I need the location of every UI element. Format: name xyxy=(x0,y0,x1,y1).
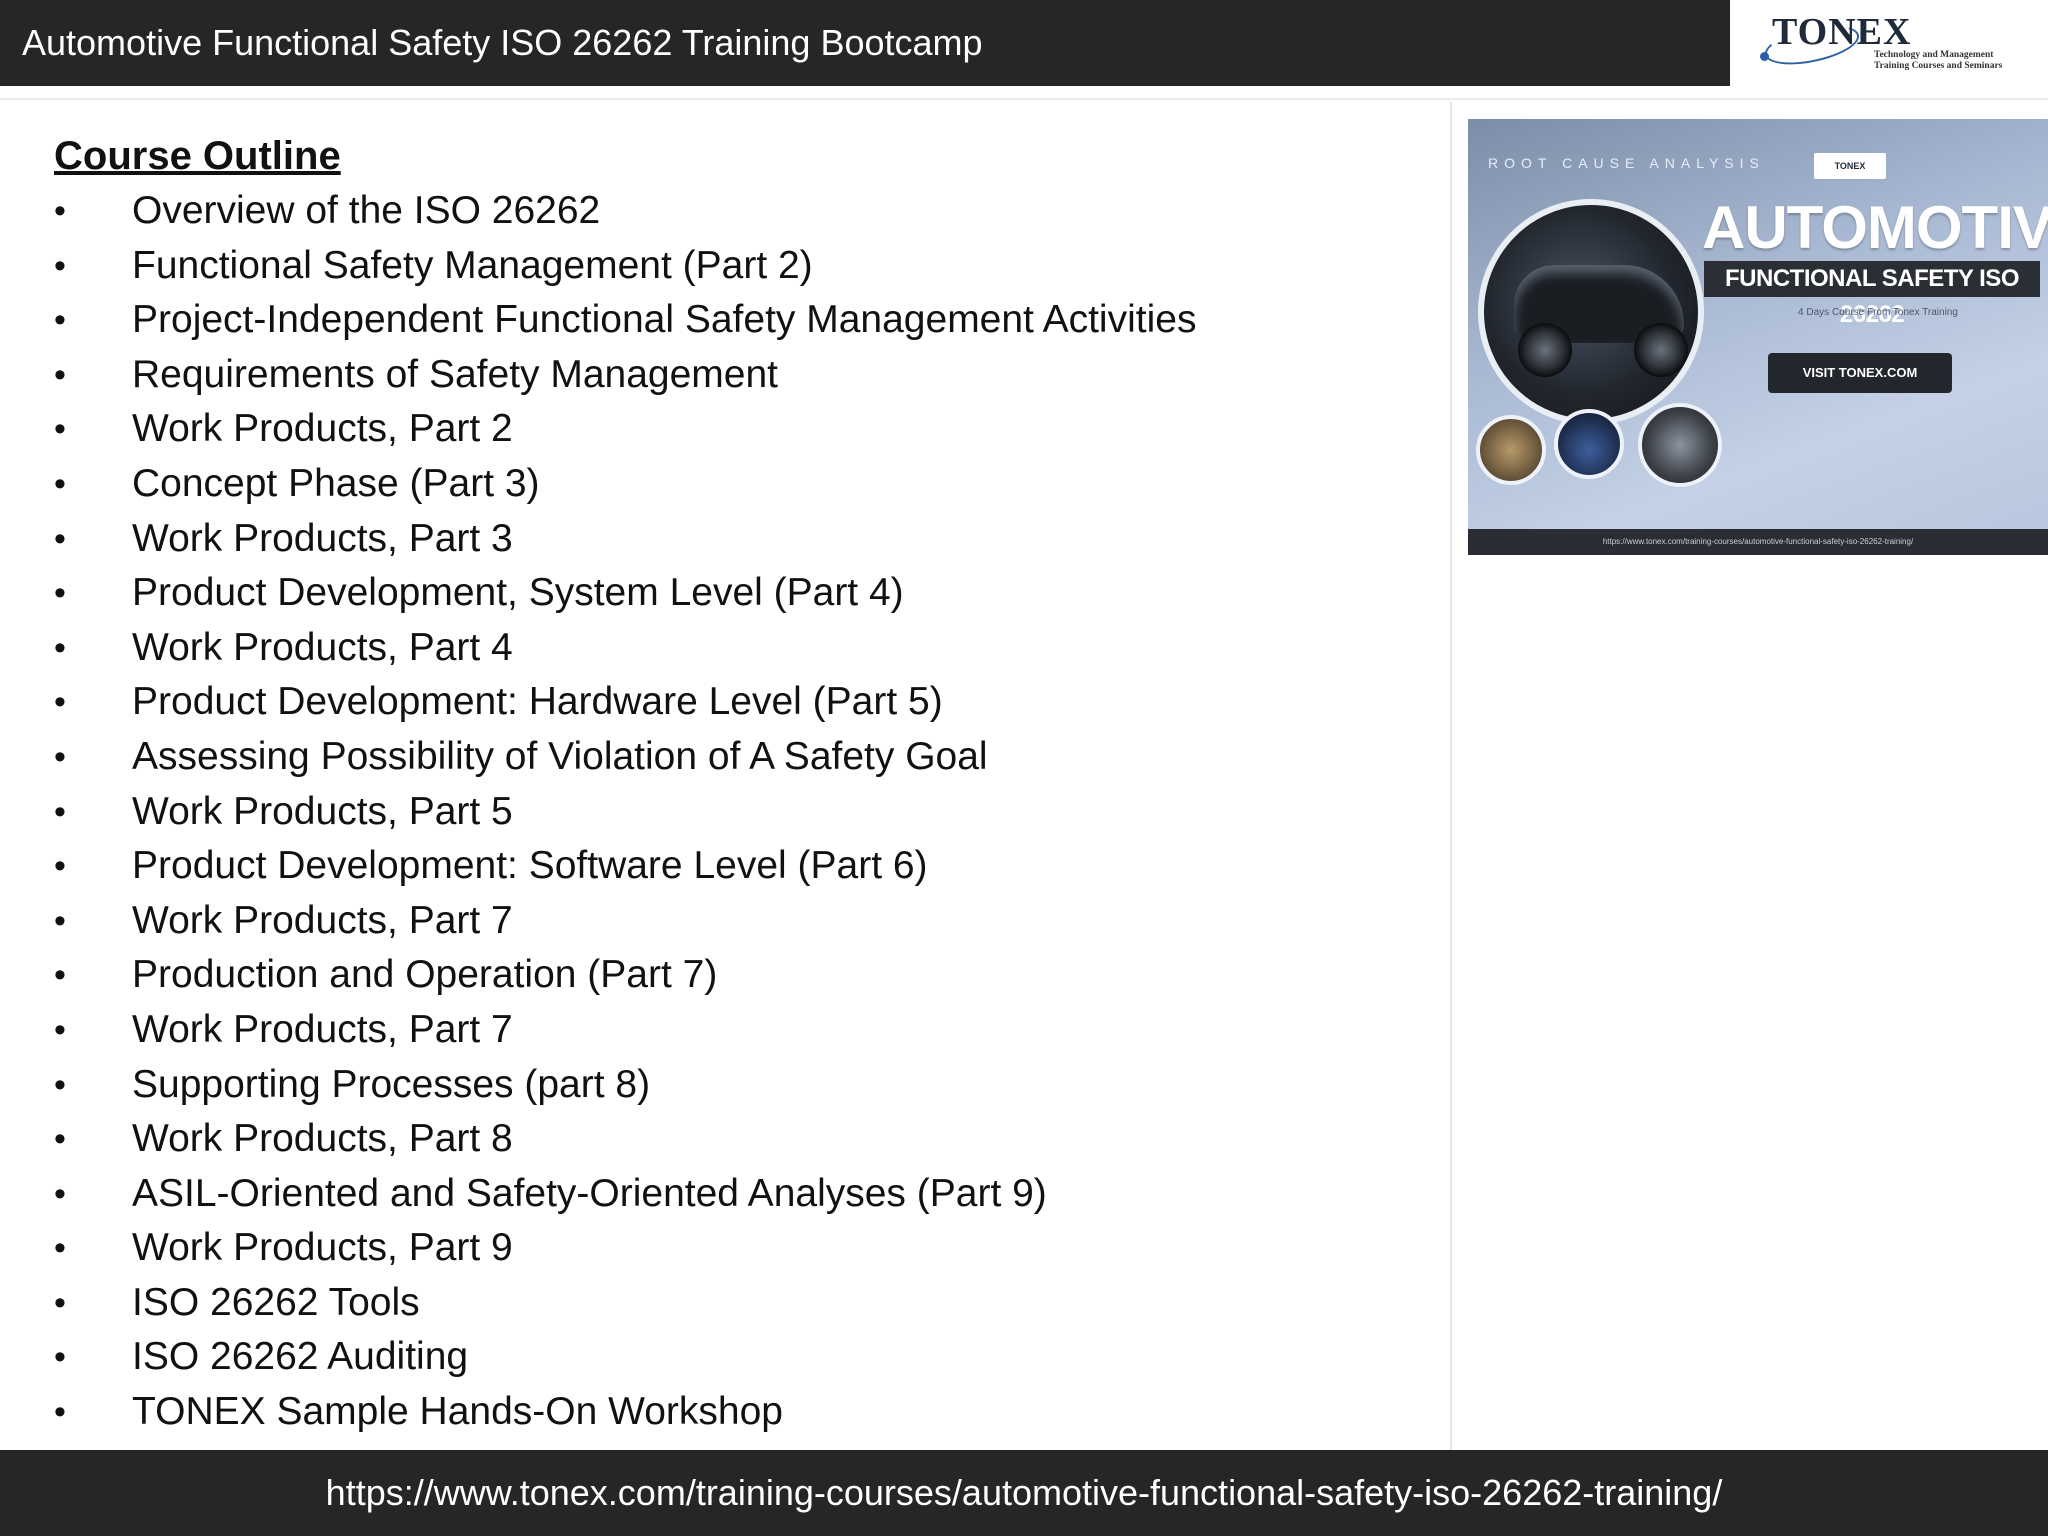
bullet-icon: • xyxy=(54,1174,66,1213)
outline-item-label: Functional Safety Management (Part 2) xyxy=(132,243,813,287)
bullet-icon: • xyxy=(54,1010,66,1049)
promo-mini-logo: TONEX xyxy=(1814,153,1886,179)
slide-title-bar: Automotive Functional Safety ISO 26262 T… xyxy=(0,0,1730,86)
bullet-icon: • xyxy=(54,847,66,886)
outline-item-label: Requirements of Safety Management xyxy=(132,352,779,396)
promo-car-photo xyxy=(1478,199,1704,425)
slide-title: Automotive Functional Safety ISO 26262 T… xyxy=(22,22,983,63)
bullet-icon: • xyxy=(54,792,66,831)
outline-item-label: ISO 26262 Auditing xyxy=(132,1335,469,1379)
bullet-icon: • xyxy=(54,683,66,722)
outline-item: • ISO 26262 Auditing xyxy=(54,1330,1434,1385)
bullet-icon: • xyxy=(54,737,66,776)
outline-item-label: Project-Independent Functional Safety Ma… xyxy=(132,298,1197,342)
bullet-icon: • xyxy=(54,901,66,940)
promo-thumbnail-2 xyxy=(1554,409,1624,479)
column-divider xyxy=(1450,102,1452,1450)
outline-item: • Work Products, Part 2 xyxy=(54,402,1434,457)
logo-tagline-line1: Technology and Management xyxy=(1874,50,1994,60)
promo-subtitle: FUNCTIONAL SAFETY ISO 26262 xyxy=(1704,261,2040,328)
outline-item: • Work Products, Part 8 xyxy=(54,1112,1434,1167)
bullet-icon: • xyxy=(54,628,66,667)
outline-item-label: Supporting Processes (part 8) xyxy=(132,1062,651,1106)
outline-item: • Requirements of Safety Management xyxy=(54,348,1434,403)
bullet-icon: • xyxy=(54,246,66,285)
outline-item: • Concept Phase (Part 3) xyxy=(54,457,1434,512)
promo-footer-url: https://www.tonex.com/training-courses/a… xyxy=(1468,529,2048,555)
course-outline-heading: Course Outline xyxy=(54,134,341,178)
bullet-icon: • xyxy=(54,192,66,230)
outline-item-label: TONEX Sample Hands-On Workshop xyxy=(132,1390,783,1434)
bullet-icon: • xyxy=(54,1120,66,1159)
car-rear-wheel xyxy=(1634,323,1688,377)
bullet-icon: • xyxy=(54,355,66,394)
outline-item-label: Production and Operation (Part 7) xyxy=(132,953,718,997)
course-promo-image: ROOT CAUSE ANALYSIS TONEX AUTOMOTIVE FUN… xyxy=(1468,119,2048,555)
footer-bar: https://www.tonex.com/training-courses/a… xyxy=(0,1450,2048,1536)
outline-item: • Work Products, Part 5 xyxy=(54,785,1434,840)
outline-item: • Overview of the ISO 26262 xyxy=(54,184,1434,239)
bullet-icon: • xyxy=(54,1338,66,1377)
bullet-icon: • xyxy=(54,464,66,503)
logo-wordmark: TONEX xyxy=(1772,11,1912,53)
logo-tagline-line2: Training Courses and Seminars xyxy=(1874,61,2003,71)
outline-item-label: Concept Phase (Part 3) xyxy=(132,461,540,505)
tonex-logo: TONEX Technology and Management Training… xyxy=(1730,0,2048,86)
outline-item: • Product Development: Hardware Level (Pa… xyxy=(54,675,1434,730)
header-divider xyxy=(0,98,2048,100)
outline-item-label: Work Products, Part 3 xyxy=(132,516,513,560)
outline-item: • Product Development, System Level (Part… xyxy=(54,566,1434,621)
outline-item-label: Work Products, Part 4 xyxy=(132,625,513,669)
footer-url: https://www.tonex.com/training-courses/a… xyxy=(325,1472,1723,1513)
bullet-icon: • xyxy=(54,1065,66,1104)
bullet-icon: • xyxy=(54,301,66,340)
outline-item: • Functional Safety Management (Part 2) xyxy=(54,239,1434,294)
outline-item: • Project-Independent Functional Safety M… xyxy=(54,293,1434,348)
car-front-wheel xyxy=(1518,323,1572,377)
outline-item: • Work Products, Part 7 xyxy=(54,894,1434,949)
bullet-icon: • xyxy=(54,1229,66,1268)
outline-item-label: Product Development: Hardware Level (Par… xyxy=(132,680,943,724)
promo-thumbnail-1 xyxy=(1476,415,1546,485)
bullet-icon: • xyxy=(54,410,66,449)
bullet-icon: • xyxy=(54,1283,66,1322)
outline-item: • Product Development: Software Level (Pa… xyxy=(54,839,1434,894)
outline-item-label: Work Products, Part 9 xyxy=(132,1226,513,1270)
outline-item-label: Overview of the ISO 26262 xyxy=(132,189,601,232)
course-outline-list: • Overview of the ISO 26262 • Functional Sa… xyxy=(54,184,1434,1440)
outline-item-label: Work Products, Part 5 xyxy=(132,789,513,833)
outline-item: • Work Products, Part 4 xyxy=(54,621,1434,676)
visit-tonex-button: VISIT TONEX.COM xyxy=(1768,353,1952,393)
outline-item-label: Work Products, Part 7 xyxy=(132,898,513,942)
outline-item: • Supporting Processes (part 8) xyxy=(54,1058,1434,1113)
bullet-icon: • xyxy=(54,574,66,613)
outline-item-label: Product Development, System Level (Part … xyxy=(132,571,904,615)
outline-item-label: Work Products, Part 8 xyxy=(132,1117,513,1161)
outline-item-label: Product Development: Software Level (Par… xyxy=(132,844,928,888)
logo-tagline: Technology and Management Training Cours… xyxy=(1874,50,2044,72)
promo-thumbnail-3 xyxy=(1638,403,1722,487)
course-outline-section: Course Outline • Overview of the ISO 2626… xyxy=(54,128,1434,1440)
outline-item-label: ASIL-Oriented and Safety-Oriented Analys… xyxy=(132,1171,1047,1215)
bullet-icon: • xyxy=(54,1393,66,1432)
outline-item: • Work Products, Part 7 xyxy=(54,1003,1434,1058)
outline-item-label: Assessing Possibility of Violation of A … xyxy=(132,734,988,778)
outline-item: • Production and Operation (Part 7) xyxy=(54,948,1434,1003)
promo-title: AUTOMOTIVE xyxy=(1702,194,2048,261)
outline-item: • ASIL-Oriented and Safety-Oriented Analy… xyxy=(54,1167,1434,1222)
outline-item: • ISO 26262 Tools xyxy=(54,1276,1434,1331)
outline-item: • Assessing Possibility of Violation of A… xyxy=(54,730,1434,785)
outline-item: • Work Products, Part 3 xyxy=(54,512,1434,567)
outline-item: • Work Products, Part 9 xyxy=(54,1221,1434,1276)
outline-item-label: Work Products, Part 2 xyxy=(132,407,513,451)
bullet-icon: • xyxy=(54,519,66,558)
promo-caption: 4 Days Course From Tonex Training xyxy=(1798,307,1958,318)
promo-top-text: ROOT CAUSE ANALYSIS xyxy=(1488,155,1765,171)
bullet-icon: • xyxy=(54,956,66,995)
outline-item: • TONEX Sample Hands-On Workshop xyxy=(54,1385,1434,1440)
outline-item-label: Work Products, Part 7 xyxy=(132,1007,513,1051)
logo-orbit-dot xyxy=(1760,52,1769,61)
outline-item-label: ISO 26262 Tools xyxy=(132,1280,420,1324)
